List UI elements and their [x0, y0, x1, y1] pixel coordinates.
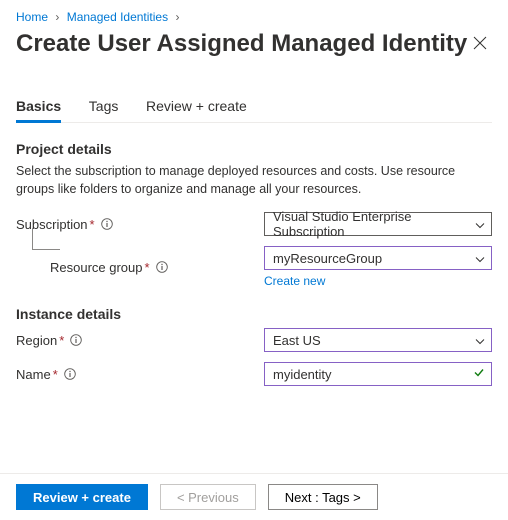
project-details-heading: Project details [16, 141, 492, 157]
info-icon[interactable] [101, 218, 113, 230]
resource-group-label: Resource group [50, 260, 143, 275]
chevron-down-icon [475, 333, 485, 348]
breadcrumb-home[interactable]: Home [16, 10, 48, 24]
checkmark-icon [473, 367, 485, 382]
tree-connector [32, 228, 60, 250]
chevron-down-icon [475, 217, 485, 232]
resource-group-value: myResourceGroup [273, 251, 382, 266]
info-icon[interactable] [70, 334, 82, 346]
info-icon[interactable] [156, 261, 168, 273]
breadcrumb: Home › Managed Identities › [16, 10, 492, 24]
info-icon[interactable] [64, 368, 76, 380]
create-new-link[interactable]: Create new [264, 274, 325, 288]
tab-tags[interactable]: Tags [89, 92, 119, 120]
chevron-down-icon [475, 251, 485, 266]
required-indicator: * [59, 333, 64, 348]
tab-basics[interactable]: Basics [16, 92, 61, 123]
tab-review-create[interactable]: Review + create [146, 92, 247, 120]
tabs: Basics Tags Review + create [16, 92, 492, 123]
breadcrumb-managed-identities[interactable]: Managed Identities [67, 10, 168, 24]
required-indicator: * [53, 367, 58, 382]
footer: Review + create < Previous Next : Tags > [0, 473, 508, 520]
region-value: East US [273, 333, 321, 348]
subscription-value: Visual Studio Enterprise Subscription [273, 209, 467, 239]
required-indicator: * [90, 217, 95, 232]
next-button[interactable]: Next : Tags > [268, 484, 378, 510]
resource-group-select[interactable]: myResourceGroup [264, 246, 492, 270]
chevron-right-icon: › [175, 10, 179, 24]
previous-button[interactable]: < Previous [160, 484, 256, 510]
name-value: myidentity [273, 367, 332, 382]
name-label: Name [16, 367, 51, 382]
review-create-button[interactable]: Review + create [16, 484, 148, 510]
close-icon [473, 36, 487, 50]
chevron-right-icon: › [55, 10, 59, 24]
page-title: Create User Assigned Managed Identity [16, 30, 467, 58]
required-indicator: * [145, 260, 150, 275]
name-input[interactable]: myidentity [264, 362, 492, 386]
subscription-select[interactable]: Visual Studio Enterprise Subscription [264, 212, 492, 236]
instance-details-heading: Instance details [16, 306, 492, 322]
close-button[interactable] [468, 31, 492, 55]
region-label: Region [16, 333, 57, 348]
project-details-description: Select the subscription to manage deploy… [16, 163, 492, 198]
region-select[interactable]: East US [264, 328, 492, 352]
